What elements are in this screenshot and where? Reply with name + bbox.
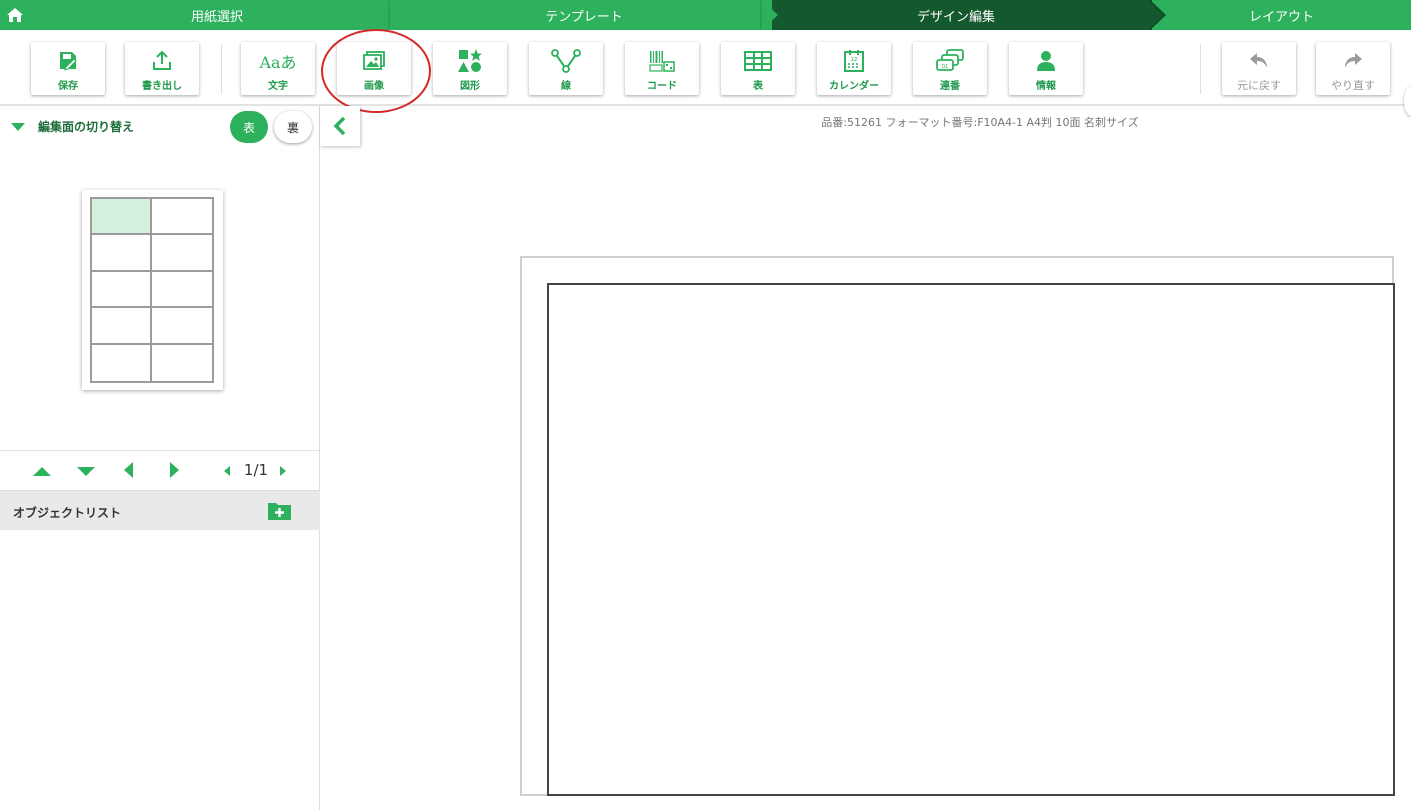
text-icon: Aaあ xyxy=(259,53,297,72)
sheet-cell[interactable] xyxy=(92,308,152,345)
table-button[interactable]: 表 xyxy=(721,42,795,95)
code-button[interactable]: コード xyxy=(625,42,699,95)
shape-label: 図形 xyxy=(460,81,480,92)
person-icon xyxy=(1037,51,1055,71)
save-icon xyxy=(60,52,77,71)
save-button[interactable]: 保存 xyxy=(31,42,105,95)
move-down-arrow-icon[interactable] xyxy=(77,467,95,476)
toolbar-divider xyxy=(1200,44,1201,94)
svg-text:12: 12 xyxy=(851,57,858,63)
toolbar: 保存 書き出し Aaあ 文字 画像 図形 線 コード 表 12 カレンダー 01… xyxy=(0,30,1411,116)
step-layout[interactable]: レイアウト xyxy=(1152,0,1411,30)
page-indicator: 1/1 xyxy=(243,461,269,479)
chevron-left-icon xyxy=(333,116,346,136)
step-design-edit[interactable]: デザイン編集 xyxy=(760,0,1152,30)
toolbar-overflow-button[interactable] xyxy=(1404,86,1411,116)
undo-button[interactable]: 元に戻す xyxy=(1222,42,1296,95)
numbering-button[interactable]: 01 連番 xyxy=(913,42,987,95)
sheet-cell-selected[interactable] xyxy=(92,199,152,236)
home-button[interactable] xyxy=(0,0,30,30)
sheet-cell[interactable] xyxy=(92,235,152,272)
sheet-cell[interactable] xyxy=(152,199,212,236)
code-label: コード xyxy=(647,81,677,92)
object-list-header: オブジェクトリスト xyxy=(0,490,320,530)
sheet-cell[interactable] xyxy=(92,344,152,381)
image-label: 画像 xyxy=(364,81,384,92)
calendar-button[interactable]: 12 カレンダー xyxy=(817,42,891,95)
upload-icon xyxy=(153,50,171,70)
export-button[interactable]: 書き出し xyxy=(125,42,199,95)
sheet-grid xyxy=(90,197,214,383)
info-button[interactable]: 情報 xyxy=(1009,42,1083,95)
line-icon xyxy=(551,49,581,73)
table-label: 表 xyxy=(753,81,763,92)
side-switch-title: 編集面の切り替え xyxy=(38,120,135,134)
redo-button[interactable]: やり直す xyxy=(1316,42,1390,95)
text-button[interactable]: Aaあ 文字 xyxy=(241,42,315,95)
line-button[interactable]: 線 xyxy=(529,42,603,95)
sheet-cell[interactable] xyxy=(152,345,212,381)
export-label: 書き出し xyxy=(142,81,182,92)
home-icon xyxy=(7,8,23,22)
image-icon xyxy=(363,51,385,70)
cell-pager: 1/1 xyxy=(0,450,320,490)
sheet-cell[interactable] xyxy=(152,272,212,309)
redo-icon xyxy=(1345,53,1362,68)
step-template[interactable]: テンプレート xyxy=(396,0,772,30)
next-page-arrow-icon[interactable] xyxy=(280,466,286,476)
calendar-label: カレンダー xyxy=(829,81,879,92)
shapes-icon xyxy=(458,49,482,72)
undo-label: 元に戻す xyxy=(1237,79,1281,92)
toolbar-divider xyxy=(221,44,222,94)
left-panel: 編集面の切り替え 表 裏 1/1 オブジェクトリスト xyxy=(0,106,320,810)
svg-text:01: 01 xyxy=(942,64,949,70)
redo-label: やり直す xyxy=(1331,79,1375,92)
collapse-triangle-icon xyxy=(11,122,25,131)
sheet-cell[interactable] xyxy=(92,271,152,309)
numbering-label: 連番 xyxy=(940,81,960,92)
move-left-arrow-icon[interactable] xyxy=(124,462,133,478)
move-up-arrow-icon[interactable] xyxy=(33,467,51,476)
info-label: 情報 xyxy=(1036,81,1056,92)
product-info-text: 品番:51261 フォーマット番号:F10A4-1 A4判 10面 名刺サイズ xyxy=(821,116,1139,129)
shape-button[interactable]: 図形 xyxy=(433,42,507,95)
step-navigation-bar: 用紙選択 テンプレート デザイン編集 レイアウト xyxy=(0,0,1411,30)
move-right-arrow-icon[interactable] xyxy=(170,462,179,478)
step-paper-select[interactable]: 用紙選択 xyxy=(30,0,404,30)
sheet-thumbnail xyxy=(82,190,223,390)
object-list-title: オブジェクトリスト xyxy=(13,506,122,520)
front-side-button[interactable]: 表 xyxy=(230,111,268,143)
sheet-cell[interactable] xyxy=(152,235,212,272)
prev-page-arrow-icon[interactable] xyxy=(224,466,230,476)
line-label: 線 xyxy=(561,81,571,92)
add-folder-icon[interactable] xyxy=(267,500,292,522)
undo-icon xyxy=(1250,53,1267,68)
side-switch-header[interactable]: 編集面の切り替え xyxy=(11,118,134,135)
sheet-cell[interactable] xyxy=(152,308,212,345)
back-side-button[interactable]: 裏 xyxy=(274,111,312,143)
numbering-icon: 01 xyxy=(936,49,964,71)
card-design-area[interactable] xyxy=(547,283,1395,796)
image-button[interactable]: 画像 xyxy=(337,42,411,95)
table-icon xyxy=(744,51,772,71)
collapse-panel-button[interactable] xyxy=(320,106,360,146)
calendar-icon: 12 xyxy=(844,50,864,72)
save-label: 保存 xyxy=(58,81,78,92)
barcode-qr-icon xyxy=(649,51,675,72)
text-label: 文字 xyxy=(268,81,288,92)
